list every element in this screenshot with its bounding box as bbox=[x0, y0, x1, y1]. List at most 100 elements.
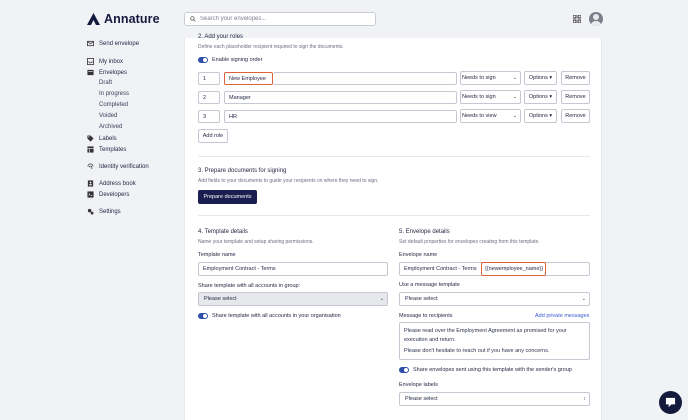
envelope-name-label: Envelope name bbox=[399, 252, 438, 258]
chat-button[interactable] bbox=[659, 391, 682, 414]
role-remove-button[interactable]: Remove bbox=[561, 71, 590, 85]
sidebar-item-voided[interactable]: Voided bbox=[99, 113, 117, 119]
message-paragraph: Please read over the Employment Agreemen… bbox=[404, 328, 567, 343]
message-template-select[interactable]: Please select ⌄ bbox=[399, 292, 590, 306]
sidebar-item-developers[interactable]: Developers bbox=[87, 191, 129, 198]
role-name-input[interactable]: New Employee bbox=[224, 72, 273, 85]
address-book-icon bbox=[87, 180, 94, 187]
role-options-button[interactable]: Options ▾ bbox=[524, 71, 557, 85]
share-sender-label: Share envelopes sent using this template… bbox=[413, 367, 572, 373]
role-action-value: Needs to sign bbox=[462, 75, 496, 81]
share-group-select[interactable]: Please select ⌄ bbox=[198, 292, 388, 306]
tag-icon bbox=[87, 135, 94, 142]
role-remove-button[interactable]: Remove bbox=[561, 109, 590, 123]
share-group-value: Please select bbox=[204, 296, 237, 302]
chevron-down-icon: ⌄ bbox=[581, 296, 586, 302]
role-order-input[interactable]: 2 bbox=[198, 91, 220, 104]
chevron-down-icon: ⌄ bbox=[379, 296, 384, 302]
sidebar-label: My inbox bbox=[99, 58, 124, 65]
user-avatar[interactable] bbox=[589, 12, 603, 26]
sidebar-label: Identity verification bbox=[99, 163, 149, 170]
sidebar-item-send-envelope[interactable]: Send envelope bbox=[87, 40, 139, 47]
sidebar-item-archived[interactable]: Archived bbox=[99, 124, 122, 130]
sidebar-item-draft[interactable]: Draft bbox=[99, 80, 112, 86]
role-action-select[interactable]: Needs to sign ⌄ bbox=[460, 71, 521, 85]
sidebar-label: Settings bbox=[99, 208, 121, 215]
role-options-button[interactable]: Options ▾ bbox=[524, 109, 557, 123]
role-order-input[interactable]: 1 bbox=[198, 72, 220, 85]
template-section-subtitle: Name your template and setup sharing per… bbox=[198, 239, 314, 245]
options-label: Options bbox=[528, 113, 548, 119]
prepare-documents-button[interactable]: Prepare documents bbox=[198, 190, 257, 204]
sidebar-item-in-progress[interactable]: In progress bbox=[99, 91, 129, 97]
templates-icon bbox=[87, 146, 94, 153]
search-icon bbox=[190, 16, 196, 22]
sidebar-label: Labels bbox=[99, 135, 117, 142]
share-org-row: Share template with all accounts in your… bbox=[198, 313, 341, 319]
options-label: Options bbox=[528, 94, 548, 100]
options-label: Options bbox=[528, 75, 548, 81]
role-remove-button[interactable]: Remove bbox=[561, 90, 590, 104]
share-org-toggle[interactable] bbox=[198, 313, 208, 319]
envelope-labels-value: Please select bbox=[405, 396, 438, 402]
annature-logo-icon bbox=[87, 13, 100, 25]
role-action-value: Needs to sign bbox=[462, 94, 496, 100]
sidebar-label: Address book bbox=[99, 180, 136, 187]
sidebar-item-my-inbox[interactable]: My inbox bbox=[87, 58, 123, 65]
chat-icon bbox=[665, 397, 676, 408]
envelope-labels-label: Envelope labels bbox=[399, 382, 438, 388]
search-box[interactable] bbox=[184, 12, 376, 26]
role-name-input[interactable]: Manager bbox=[224, 91, 457, 104]
role-action-select[interactable]: Needs to view ⌄ bbox=[460, 109, 521, 123]
prepare-section-title: 3. Prepare documents for signing bbox=[198, 168, 287, 174]
sidebar-label: Send envelope bbox=[99, 40, 140, 47]
envelope-section-subtitle: Set default properties for envelopes cre… bbox=[399, 239, 540, 245]
envelope-name-value: Employment Contract - Terms bbox=[404, 266, 477, 272]
signing-order-toggle[interactable] bbox=[198, 57, 208, 63]
top-bar: Annature bbox=[0, 0, 688, 38]
role-name-input-extension[interactable] bbox=[273, 72, 457, 85]
envelope-name-tag: {{newemployee_name}} bbox=[481, 262, 546, 276]
template-editor-card: 2. Add your roles Define each placeholde… bbox=[184, 34, 602, 420]
apps-grid-icon[interactable] bbox=[573, 15, 581, 23]
sidebar-item-templates[interactable]: Templates bbox=[87, 146, 126, 153]
caret-down-icon: ▾ bbox=[549, 113, 553, 119]
role-name-input[interactable]: HR bbox=[224, 110, 457, 123]
share-org-label: Share template with all accounts in your… bbox=[212, 313, 341, 319]
sidebar-item-address-book[interactable]: Address book bbox=[87, 180, 136, 187]
message-paragraph: Please don't hesitate to reach out if yo… bbox=[404, 348, 550, 354]
message-textarea[interactable]: Please read over the Employment Agreemen… bbox=[399, 322, 590, 360]
search-input[interactable] bbox=[200, 16, 370, 22]
chevron-down-icon: ⌄ bbox=[512, 94, 517, 100]
share-sender-row: Share envelopes sent using this template… bbox=[399, 367, 572, 373]
envelope-section-title: 5. Envelope details bbox=[399, 229, 450, 235]
add-role-button[interactable]: Add role bbox=[198, 129, 228, 143]
sidebar-item-identity-verification[interactable]: Identity verification bbox=[87, 163, 149, 170]
roles-section-subtitle: Define each placeholder recipient requir… bbox=[198, 44, 344, 50]
signing-order-label: Enable signing order bbox=[212, 57, 263, 63]
sidebar-item-labels[interactable]: Labels bbox=[87, 135, 117, 142]
message-template-label: Use a message template bbox=[399, 282, 460, 288]
developers-icon bbox=[87, 191, 94, 198]
template-section-title: 4. Template details bbox=[198, 229, 248, 235]
share-sender-toggle[interactable] bbox=[399, 367, 409, 373]
add-private-messages-link[interactable]: Add private messages bbox=[535, 313, 589, 319]
signing-order-row: Enable signing order bbox=[198, 57, 262, 63]
sidebar-item-completed[interactable]: Completed bbox=[99, 102, 128, 108]
template-name-label: Template name bbox=[198, 252, 236, 258]
sidebar-label: Templates bbox=[99, 146, 127, 153]
sidebar-item-settings[interactable]: Settings bbox=[87, 208, 121, 215]
envelope-labels-select[interactable]: Please select ↕ bbox=[399, 392, 590, 406]
role-order-input[interactable]: 3 bbox=[198, 110, 220, 123]
role-action-value: Needs to view bbox=[462, 113, 497, 119]
caret-down-icon: ▾ bbox=[549, 94, 553, 100]
app-name: Annature bbox=[104, 12, 160, 26]
app-logo[interactable]: Annature bbox=[87, 12, 160, 26]
share-group-label: Share template with all accounts in grou… bbox=[198, 283, 301, 289]
sidebar-label: Envelopes bbox=[99, 69, 128, 76]
role-options-button[interactable]: Options ▾ bbox=[524, 90, 557, 104]
template-name-input[interactable]: Employment Contract - Terms bbox=[198, 262, 388, 276]
fingerprint-icon bbox=[87, 163, 94, 170]
role-action-select[interactable]: Needs to sign ⌄ bbox=[460, 90, 521, 104]
sidebar-item-envelopes[interactable]: Envelopes bbox=[87, 69, 127, 76]
